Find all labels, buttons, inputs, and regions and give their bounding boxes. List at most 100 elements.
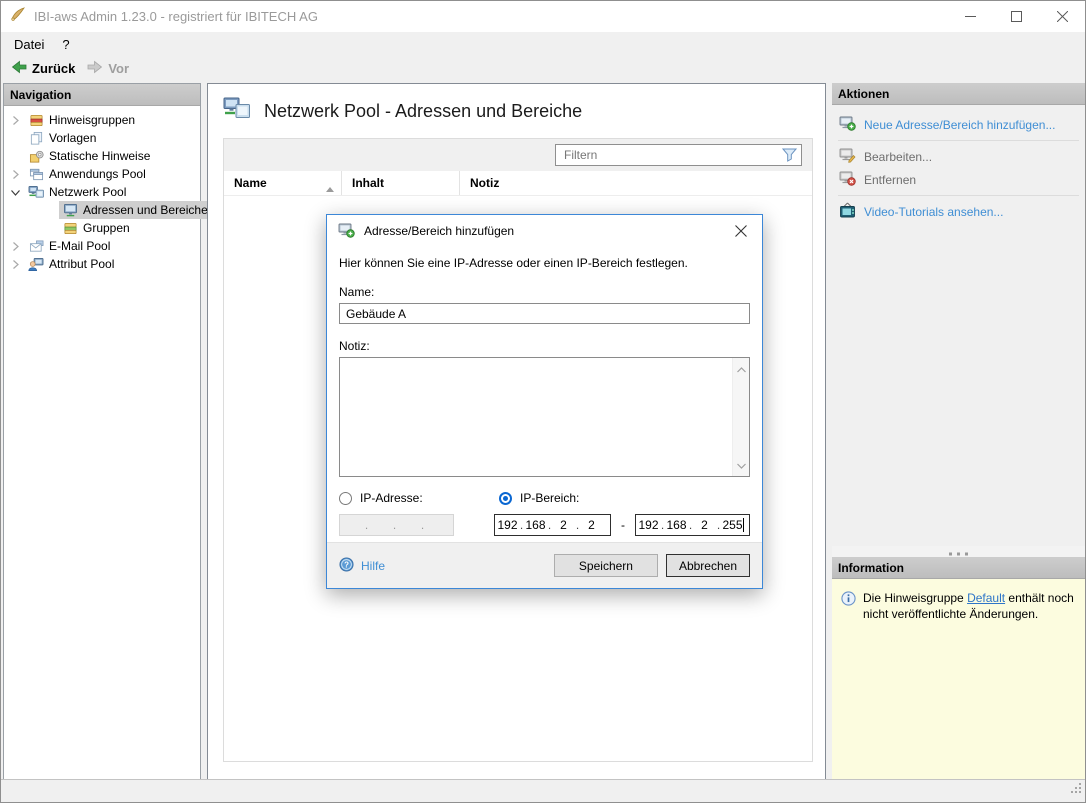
ip-inputs-row: ... 192.168.2.2 - 192.168.2.255 [339,514,750,536]
dialog-close-button[interactable] [720,215,762,247]
sidebar-item-adressen-und-bereiche[interactable]: Adressen und Bereiche [4,201,200,219]
action-edit[interactable]: Bearbeiten... [832,146,1085,167]
app-window: IBI-aws Admin 1.23.0 - registriert für I… [0,0,1086,803]
chevron-right-icon[interactable] [11,169,22,180]
box-gear-icon [28,148,44,164]
navigation-header: Navigation [4,84,200,106]
save-button[interactable]: Speichern [554,554,658,577]
filter-funnel-icon[interactable] [777,148,801,162]
network-pool-icon [223,96,251,127]
action-label: Neue Adresse/Bereich hinzufügen... [864,118,1055,132]
sidebar-item-label: E-Mail Pool [49,239,110,253]
ip-range-radio[interactable]: IP-Bereich: [499,491,579,505]
sidebar-item-email-pool[interactable]: E-Mail Pool [4,237,200,255]
cancel-button[interactable]: Abbrechen [666,554,750,577]
scroll-down-icon[interactable] [737,458,746,472]
package-green-icon [62,220,78,236]
sidebar-item-label: Anwendungs Pool [49,167,146,181]
action-new-address[interactable]: Neue Adresse/Bereich hinzufügen... [832,114,1085,135]
svg-text:?: ? [344,560,349,569]
network-monitors-icon [28,184,44,200]
chevron-right-icon[interactable] [11,259,22,270]
chevron-spacer [45,205,56,216]
app-icon [10,6,26,27]
column-header-inhalt[interactable]: Inhalt [342,171,460,195]
forward-button[interactable]: Vor [81,58,135,79]
ip-range-label: IP-Bereich: [520,491,579,505]
documents-icon [28,130,44,146]
filter-input-wrap [555,144,802,166]
sidebar-item-netzwerk-pool[interactable]: Netzwerk Pool [4,183,200,201]
note-scrollbar[interactable] [732,358,749,476]
navigation-tree: Hinweisgruppen Vorlagen Statische Hinwei… [4,106,200,273]
menu-datei[interactable]: Datei [5,35,53,54]
monitor-add-icon [839,115,856,134]
note-label: Notiz: [339,339,750,353]
page-title: Netzwerk Pool - Adressen und Bereiche [264,101,582,122]
chevron-spacer [11,133,22,144]
sidebar-item-label: Vorlagen [49,131,96,145]
column-header-name[interactable]: Name [224,171,342,195]
ip-address-input[interactable]: ... [339,514,454,536]
info-icon [841,591,856,610]
tv-icon [839,202,856,221]
app-windows-icon [28,166,44,182]
text-cursor [743,518,744,532]
close-button[interactable] [1039,1,1085,32]
toolbar: Zurück Vor [1,56,1085,81]
back-button[interactable]: Zurück [5,58,81,79]
sidebar-item-hinweisgruppen[interactable]: Hinweisgruppen [4,111,200,129]
sidebar-item-attribut-pool[interactable]: Attribut Pool [4,255,200,273]
filter-input[interactable] [556,148,777,162]
menu-help[interactable]: ? [53,35,78,54]
sidebar-item-label: Netzwerk Pool [49,185,126,199]
help-link[interactable]: ? Hilfe [339,557,385,575]
ip-range-to-input[interactable]: 192.168.2.255 [635,514,750,536]
action-label: Video-Tutorials ansehen... [864,205,1003,219]
back-arrow-icon [11,59,27,78]
resize-grip[interactable] [1069,781,1082,799]
dialog-footer: ? Hilfe Speichern Abbrechen [327,542,762,588]
statusbar [1,779,1085,802]
ip-range-from-input[interactable]: 192.168.2.2 [494,514,611,536]
chevron-right-icon[interactable] [11,115,22,126]
action-video-tutorials[interactable]: Video-Tutorials ansehen... [832,201,1085,222]
name-input[interactable] [339,303,750,324]
titlebar: IBI-aws Admin 1.23.0 - registriert für I… [1,1,1085,32]
dialog-title: Adresse/Bereich hinzufügen [364,224,514,238]
mail-icon [28,238,44,254]
sidebar-item-vorlagen[interactable]: Vorlagen [4,129,200,147]
sidebar-item-anwendungs-pool[interactable]: Anwendungs Pool [4,165,200,183]
chevron-right-icon[interactable] [11,241,22,252]
sidebar-item-gruppen[interactable]: Gruppen [4,219,200,237]
default-group-link[interactable]: Default [967,591,1005,605]
ip-address-label: IP-Adresse: [360,491,423,505]
sidebar-item-label: Attribut Pool [49,257,114,271]
information-header: Information [832,557,1085,579]
scroll-up-icon[interactable] [737,362,746,376]
package-stack-icon [28,112,44,128]
minimize-button[interactable] [947,1,993,32]
panel-splitter[interactable] [832,546,1085,557]
name-label: Name: [339,285,750,299]
radio-checked-icon [499,492,512,505]
monitor-add-icon [338,222,355,241]
chevron-down-icon[interactable] [11,187,22,198]
table-header: Name Inhalt Notiz [224,171,812,196]
sidebar-item-label: Gruppen [83,221,130,235]
action-remove[interactable]: Entfernen [832,169,1085,190]
forward-arrow-icon [87,59,103,78]
note-input[interactable] [340,358,732,476]
sidebar-item-label: Adressen und Bereiche [83,203,208,217]
range-separator: - [621,518,625,532]
back-label: Zurück [32,61,75,76]
help-label: Hilfe [361,559,385,573]
maximize-button[interactable] [993,1,1039,32]
ip-address-radio[interactable]: IP-Adresse: [339,491,499,505]
sidebar-item-statische-hinweise[interactable]: Statische Hinweise [4,147,200,165]
chevron-spacer [45,223,56,234]
column-header-notiz[interactable]: Notiz [460,171,812,195]
monitor-icon [62,202,78,218]
ip-type-options: IP-Adresse: IP-Bereich: [339,491,750,505]
main-header: Netzwerk Pool - Adressen und Bereiche [208,84,825,138]
